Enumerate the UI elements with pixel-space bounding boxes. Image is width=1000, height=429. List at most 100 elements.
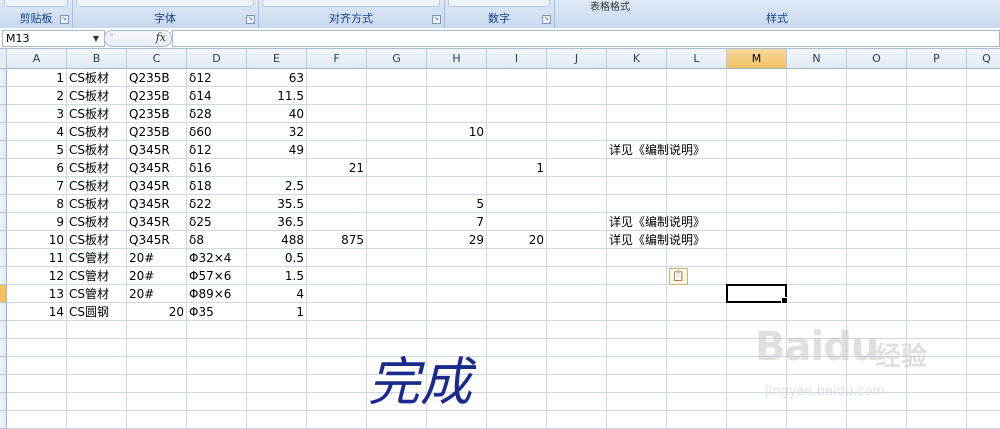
cell-c9[interactable]: Q345R <box>127 213 189 231</box>
cell-e2[interactable]: 11.5 <box>247 87 307 105</box>
cell-e14[interactable]: 1 <box>247 303 307 321</box>
row-header[interactable] <box>0 249 7 267</box>
row-header[interactable] <box>0 267 7 285</box>
cell-a4[interactable]: 4 <box>7 123 67 141</box>
cell-f6[interactable]: 21 <box>307 159 367 177</box>
column-header-a[interactable]: A <box>7 49 67 69</box>
cell-d4[interactable]: δ60 <box>187 123 249 141</box>
cell-c13[interactable]: 20# <box>127 285 189 303</box>
insert-function-button[interactable]: ◦ fx <box>104 30 172 47</box>
cell-d14[interactable]: Φ35 <box>187 303 249 321</box>
cell-c7[interactable]: Q345R <box>127 177 189 195</box>
row-header[interactable] <box>0 105 7 123</box>
cell-d7[interactable]: δ18 <box>187 177 249 195</box>
cell-a14[interactable]: 14 <box>7 303 67 321</box>
cell-k5[interactable]: 详见《编制说明》 <box>607 141 705 159</box>
cell-k9[interactable]: 详见《编制说明》 <box>607 213 705 231</box>
column-header-p[interactable]: P <box>907 49 967 69</box>
column-header-d[interactable]: D <box>187 49 247 69</box>
dialog-launcher-icon[interactable]: ↘ <box>432 15 441 24</box>
cell-a1[interactable]: 1 <box>7 69 67 87</box>
cell-a13[interactable]: 13 <box>7 285 67 303</box>
dialog-launcher-icon[interactable]: ↘ <box>60 15 69 24</box>
fill-handle[interactable] <box>781 297 788 304</box>
row-header[interactable] <box>0 231 7 249</box>
cell-b11[interactable]: CS管材 <box>67 249 129 267</box>
row-header[interactable] <box>0 303 7 321</box>
cell-i6[interactable]: 1 <box>487 159 547 177</box>
ribbon-button-row[interactable] <box>262 0 440 7</box>
active-cell-selection[interactable] <box>726 284 788 304</box>
cell-b5[interactable]: CS板材 <box>67 141 129 159</box>
cell-d5[interactable]: δ12 <box>187 141 249 159</box>
column-header-l[interactable]: L <box>667 49 727 69</box>
cell-a7[interactable]: 7 <box>7 177 67 195</box>
column-header-e[interactable]: E <box>247 49 307 69</box>
cell-f10[interactable]: 875 <box>307 231 367 249</box>
column-header-c[interactable]: C <box>127 49 187 69</box>
select-all-corner[interactable] <box>0 49 7 69</box>
row-header[interactable] <box>0 87 7 105</box>
cell-c3[interactable]: Q235B <box>127 105 189 123</box>
cell-b9[interactable]: CS板材 <box>67 213 129 231</box>
cell-a9[interactable]: 9 <box>7 213 67 231</box>
cell-b1[interactable]: CS板材 <box>67 69 129 87</box>
ribbon-button-row[interactable] <box>76 0 254 7</box>
cell-d3[interactable]: δ28 <box>187 105 249 123</box>
cell-c10[interactable]: Q345R <box>127 231 189 249</box>
cell-b10[interactable]: CS板材 <box>67 231 129 249</box>
format-as-table-button[interactable]: 表格格式 <box>590 0 630 13</box>
cell-b2[interactable]: CS板材 <box>67 87 129 105</box>
cell-e12[interactable]: 1.5 <box>247 267 307 285</box>
cell-k10[interactable]: 详见《编制说明》 <box>607 231 705 249</box>
row-header[interactable] <box>0 357 7 375</box>
cell-e11[interactable]: 0.5 <box>247 249 307 267</box>
cell-c12[interactable]: 20# <box>127 267 189 285</box>
cell-e1[interactable]: 63 <box>247 69 307 87</box>
row-header[interactable] <box>0 213 7 231</box>
cell-h4[interactable]: 10 <box>427 123 487 141</box>
column-header-g[interactable]: G <box>367 49 427 69</box>
cell-d8[interactable]: δ22 <box>187 195 249 213</box>
row-header[interactable] <box>0 141 7 159</box>
column-header-i[interactable]: I <box>487 49 547 69</box>
cell-d13[interactable]: Φ89×6 <box>187 285 249 303</box>
cell-b13[interactable]: CS管材 <box>67 285 129 303</box>
column-header-n[interactable]: N <box>787 49 847 69</box>
column-header-f[interactable]: F <box>307 49 367 69</box>
dialog-launcher-icon[interactable]: ↘ <box>542 15 551 24</box>
paste-options-icon[interactable]: 📋 <box>669 268 688 285</box>
cell-b12[interactable]: CS管材 <box>67 267 129 285</box>
cell-h10[interactable]: 29 <box>427 231 487 249</box>
cell-b14[interactable]: CS圆钢 <box>67 303 129 321</box>
cell-c4[interactable]: Q235B <box>127 123 189 141</box>
cell-c5[interactable]: Q345R <box>127 141 189 159</box>
ribbon-button-row[interactable] <box>448 0 550 7</box>
cell-c11[interactable]: 20# <box>127 249 189 267</box>
cell-e4[interactable]: 32 <box>247 123 307 141</box>
cell-e8[interactable]: 35.5 <box>247 195 307 213</box>
cell-a11[interactable]: 11 <box>7 249 67 267</box>
column-header-q[interactable]: Q <box>967 49 1000 69</box>
cell-b7[interactable]: CS板材 <box>67 177 129 195</box>
cell-a10[interactable]: 10 <box>7 231 67 249</box>
column-header-m[interactable]: M <box>727 49 787 69</box>
cell-d6[interactable]: δ16 <box>187 159 249 177</box>
row-header[interactable] <box>0 411 7 429</box>
column-header-h[interactable]: H <box>427 49 487 69</box>
cell-d2[interactable]: δ14 <box>187 87 249 105</box>
row-header[interactable] <box>0 321 7 339</box>
cell-a12[interactable]: 12 <box>7 267 67 285</box>
cell-b4[interactable]: CS板材 <box>67 123 129 141</box>
cell-e7[interactable]: 2.5 <box>247 177 307 195</box>
cell-e5[interactable]: 49 <box>247 141 307 159</box>
cell-d9[interactable]: δ25 <box>187 213 249 231</box>
cell-a5[interactable]: 5 <box>7 141 67 159</box>
row-header[interactable] <box>0 159 7 177</box>
cell-c2[interactable]: Q235B <box>127 87 189 105</box>
column-header-b[interactable]: B <box>67 49 127 69</box>
cell-c8[interactable]: Q345R <box>127 195 189 213</box>
formula-input[interactable] <box>172 30 1000 47</box>
cell-e9[interactable]: 36.5 <box>247 213 307 231</box>
cell-d10[interactable]: δ8 <box>187 231 249 249</box>
